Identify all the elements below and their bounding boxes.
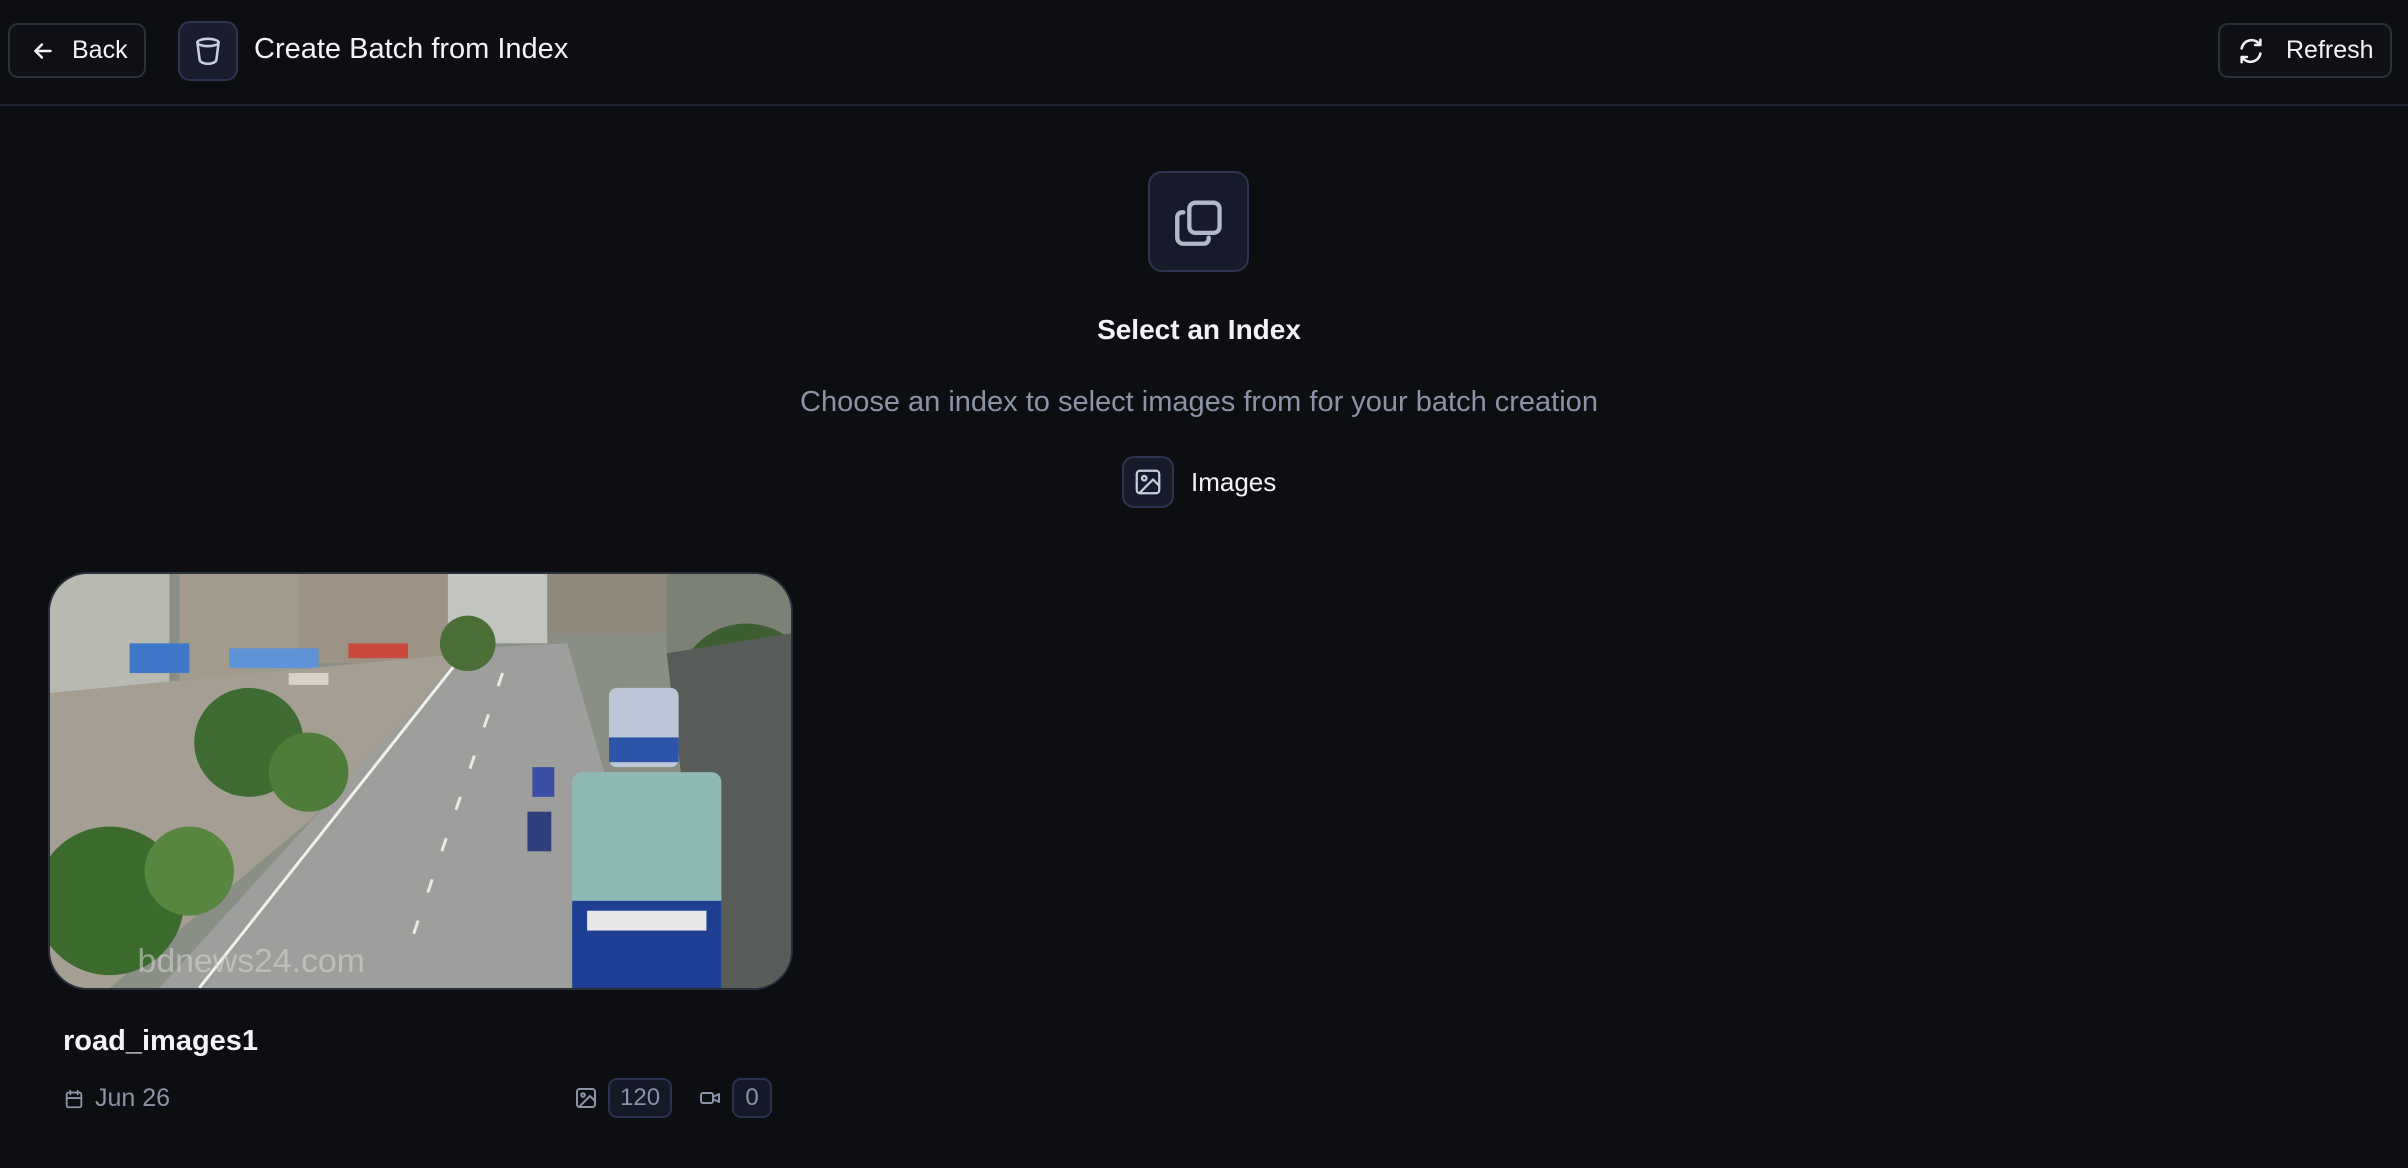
hero-subtitle: Choose an index to select images from fo…: [800, 386, 1598, 418]
image-type-label: Images: [1191, 467, 1277, 497]
image-type-icon-tile: [1122, 456, 1174, 508]
page-title: Create Batch from Index: [254, 33, 569, 65]
image-icon: [1135, 469, 1161, 495]
index-thumbnail[interactable]: bdnews24.com: [48, 572, 793, 990]
hero-title: Select an Index: [1097, 314, 1301, 345]
bucket-icon: [196, 37, 220, 66]
index-date: Jun 26: [63, 1084, 170, 1113]
copy-icon-tile: [1148, 171, 1249, 272]
image-icon: [576, 1088, 596, 1108]
video-icon: [700, 1092, 720, 1104]
refresh-icon: [2240, 38, 2262, 63]
top-bar: Back Create Batch from Index Refresh: [0, 0, 2408, 106]
calendar-icon: [65, 1089, 83, 1108]
image-count: 120: [574, 1078, 673, 1118]
copy-icon: [1174, 199, 1222, 246]
image-count-badge: 120: [608, 1078, 673, 1118]
video-count: 0: [698, 1078, 772, 1118]
bucket-icon-tile: [178, 21, 238, 81]
arrow-left-icon: [34, 42, 52, 59]
index-name: road_images1: [63, 1025, 259, 1057]
svg-text:bdnews24.com: bdnews24.com: [138, 942, 365, 980]
back-button[interactable]: Back: [8, 23, 146, 78]
index-card[interactable]: bdnews24.com road_images1 Jun 26 120 0: [48, 572, 794, 1126]
refresh-button-label: Refresh: [2286, 36, 2374, 64]
index-date-label: Jun 26: [95, 1084, 171, 1112]
video-count-badge: 0: [732, 1078, 772, 1118]
back-button-label: Back: [72, 36, 128, 64]
road-photo-image: bdnews24.com: [50, 574, 791, 988]
refresh-button[interactable]: Refresh: [2218, 23, 2392, 78]
